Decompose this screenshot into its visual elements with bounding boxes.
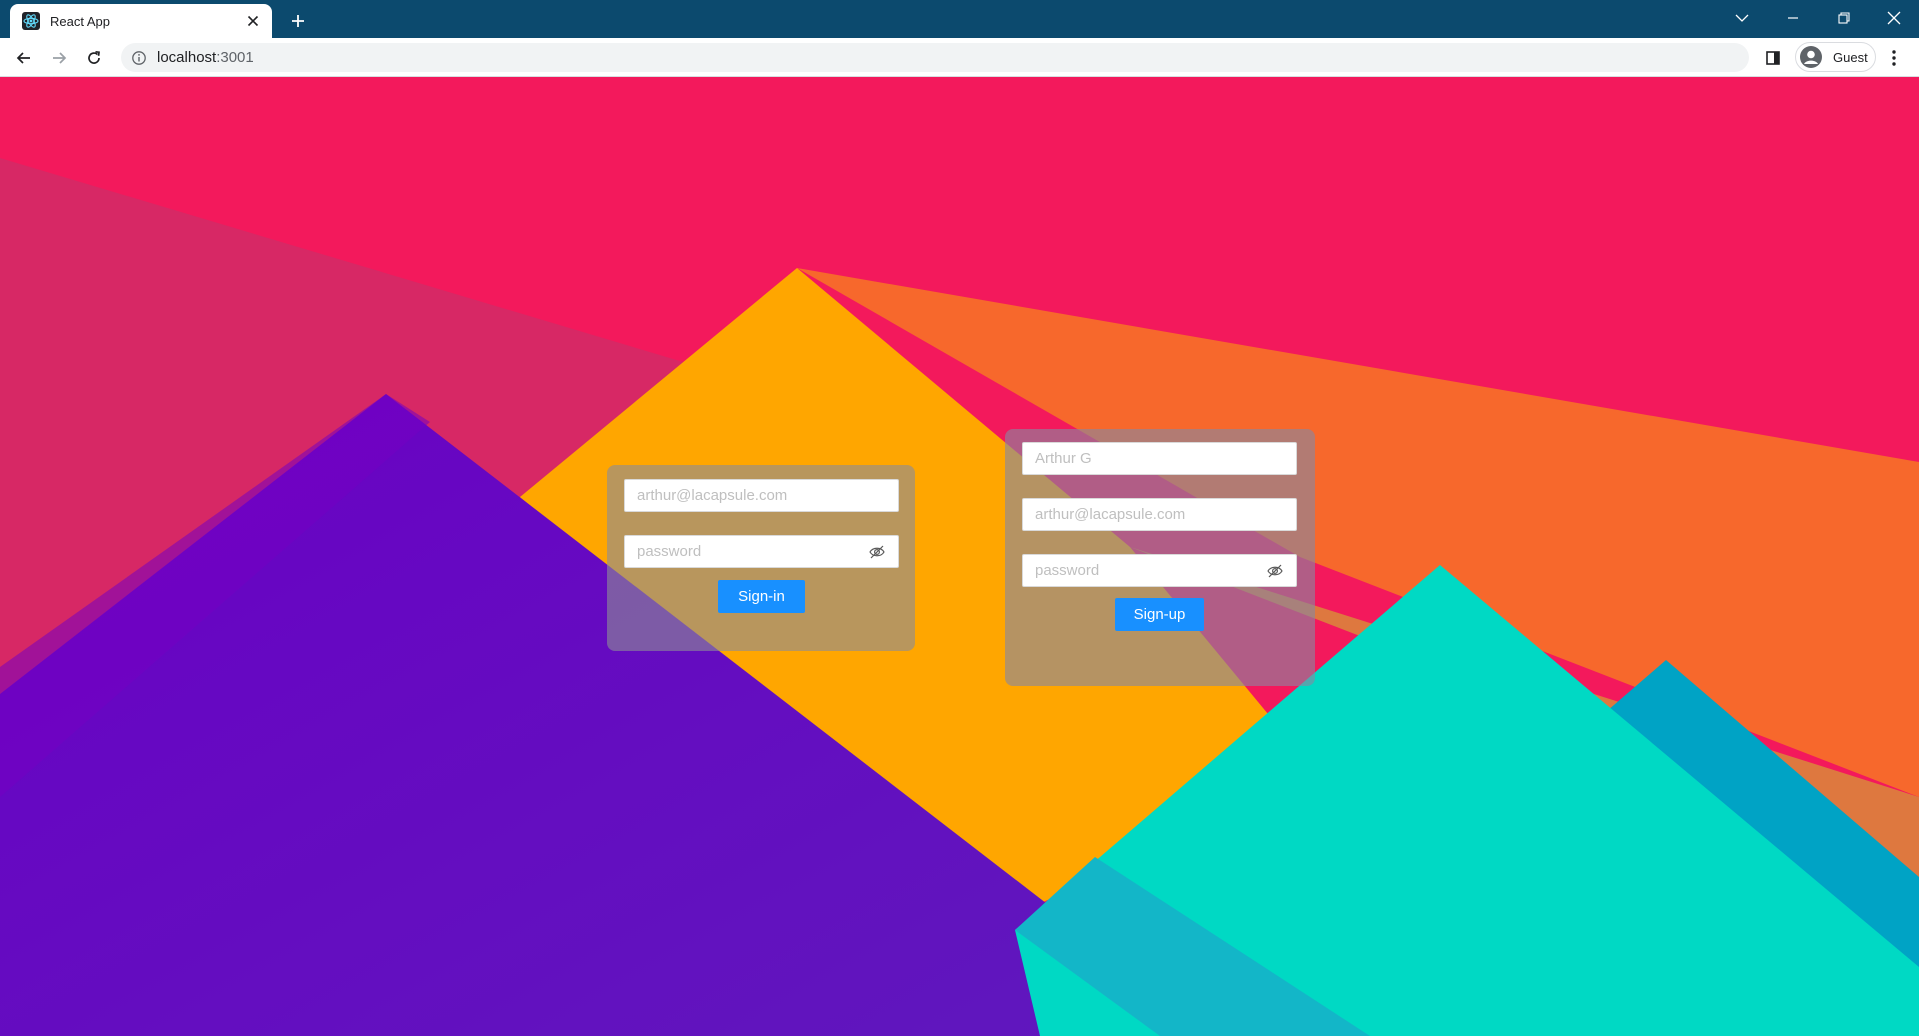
forward-arrow-icon[interactable] bbox=[46, 45, 72, 71]
signup-button[interactable]: Sign-up bbox=[1115, 598, 1204, 631]
background-mountains bbox=[0, 77, 1919, 1036]
react-favicon-icon bbox=[22, 12, 40, 30]
kebab-menu-icon[interactable] bbox=[1883, 47, 1905, 69]
signup-password-field[interactable] bbox=[1022, 554, 1297, 587]
signin-email-input[interactable] bbox=[625, 480, 898, 511]
eye-invisible-icon[interactable] bbox=[1266, 562, 1284, 580]
reload-icon[interactable] bbox=[81, 45, 107, 71]
back-arrow-icon[interactable] bbox=[11, 45, 37, 71]
signin-card: Sign-in bbox=[607, 465, 915, 651]
avatar-icon bbox=[1799, 45, 1823, 69]
url-text: localhost:3001 bbox=[157, 49, 254, 66]
restore-icon[interactable] bbox=[1824, 4, 1864, 32]
window-close-icon[interactable] bbox=[1874, 4, 1914, 32]
url-host: localhost bbox=[157, 49, 217, 66]
profile-label: Guest bbox=[1833, 49, 1868, 65]
signup-card: Sign-up bbox=[1005, 429, 1315, 686]
signup-name-field[interactable] bbox=[1022, 442, 1297, 475]
tab-title: React App bbox=[50, 13, 110, 29]
browser-toolbar: localhost:3001 Guest bbox=[0, 38, 1919, 77]
close-icon[interactable] bbox=[244, 12, 262, 30]
info-icon[interactable] bbox=[131, 50, 147, 66]
profile-button[interactable]: Guest bbox=[1795, 42, 1876, 72]
chevron-down-icon[interactable] bbox=[1722, 4, 1762, 32]
minimize-icon[interactable] bbox=[1773, 4, 1813, 32]
signin-button[interactable]: Sign-in bbox=[718, 580, 805, 613]
signin-email-field[interactable] bbox=[624, 479, 899, 512]
browser-tab[interactable]: React App bbox=[10, 4, 272, 38]
signup-password-input[interactable] bbox=[1023, 555, 1266, 586]
address-bar[interactable]: localhost:3001 bbox=[121, 43, 1749, 72]
signin-password-input[interactable] bbox=[625, 536, 868, 567]
eye-invisible-icon[interactable] bbox=[868, 543, 886, 561]
signup-email-input[interactable] bbox=[1023, 499, 1296, 530]
page-viewport: Sign-in Sign-up bbox=[0, 77, 1919, 1036]
signup-name-input[interactable] bbox=[1023, 443, 1296, 474]
plus-icon[interactable] bbox=[286, 9, 310, 33]
browser-titlebar: React App bbox=[0, 0, 1919, 38]
signup-email-field[interactable] bbox=[1022, 498, 1297, 531]
url-port: :3001 bbox=[216, 49, 254, 66]
side-panel-icon[interactable] bbox=[1762, 47, 1784, 69]
signin-password-field[interactable] bbox=[624, 535, 899, 568]
